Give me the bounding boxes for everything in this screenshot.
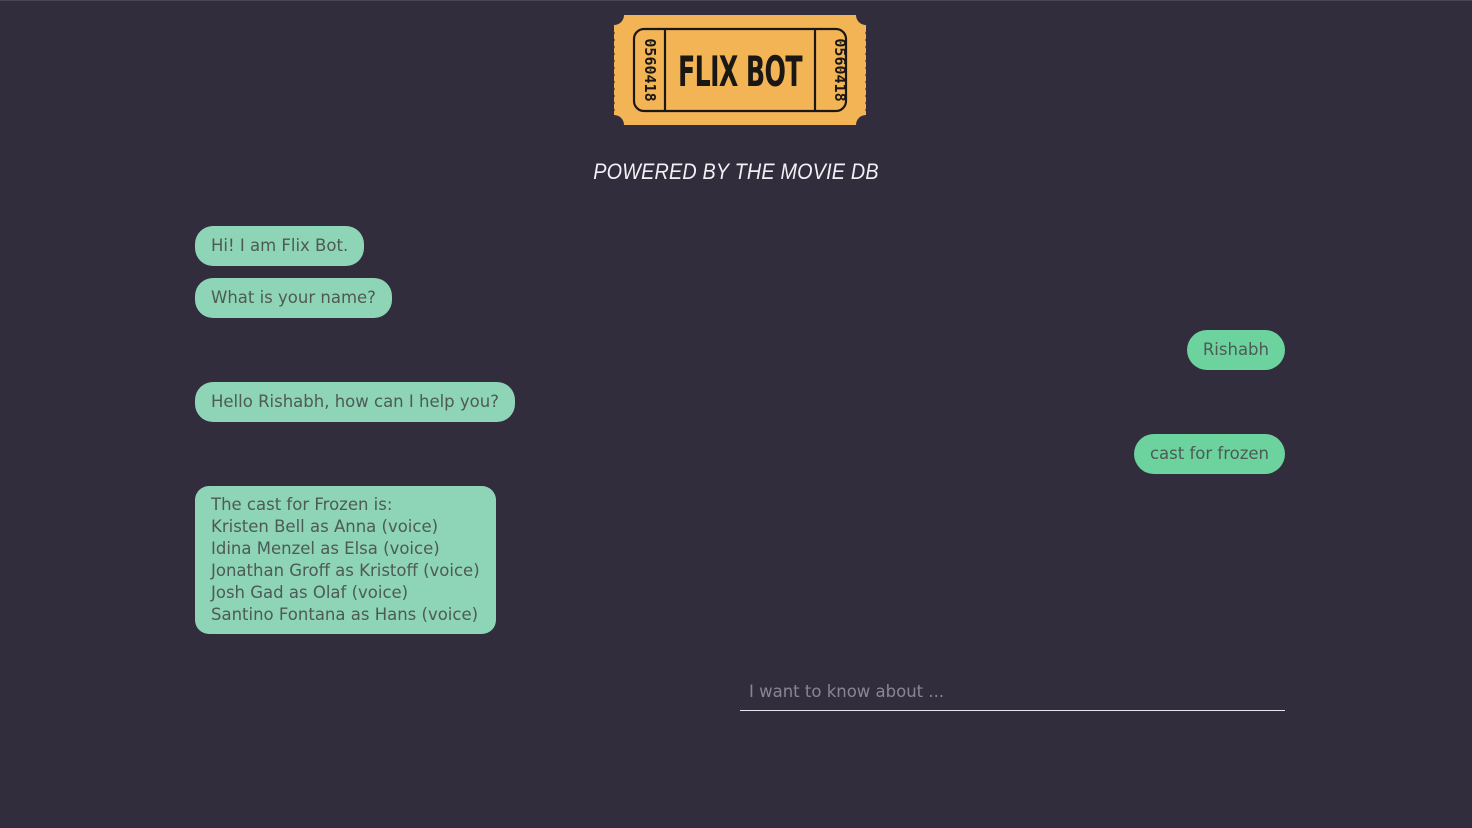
logo-title: FLIX BOT	[678, 47, 803, 96]
cast-member: Kristen Bell as Anna (voice)	[211, 517, 439, 536]
cast-member: Santino Fontana as Hans (voice)	[211, 605, 479, 624]
cast-heading: The cast for Frozen is:	[211, 495, 393, 514]
cast-member: Idina Menzel as Elsa (voice)	[211, 539, 440, 558]
user-message-bubble: cast for frozen	[1133, 434, 1285, 474]
bot-message-bubble: Hi! I am Flix Bot.	[195, 226, 365, 266]
serial-right: 0560418	[831, 38, 849, 101]
bot-cast-message-bubble: The cast for Frozen is: Kristen Bell as …	[195, 486, 496, 634]
message-text: Rishabh	[1202, 340, 1269, 359]
user-message-bubble: Rishabh	[1186, 330, 1285, 370]
bot-message-bubble: What is your name?	[195, 278, 392, 318]
serial-left: 0560418	[641, 38, 659, 101]
cast-member: Jonathan Groff as Kristoff (voice)	[211, 561, 480, 580]
message-text: What is your name?	[211, 288, 376, 307]
message-text: Hello Rishabh, how can I help you?	[211, 392, 499, 411]
flix-bot-logo: 0560418 0560418 FLIX BOT	[612, 13, 868, 127]
message-text: Hi! I am Flix Bot.	[211, 236, 349, 255]
cast-member: Josh Gad as Olaf (voice)	[211, 583, 409, 602]
bot-message-bubble: Hello Rishabh, how can I help you?	[195, 382, 515, 422]
message-input[interactable]	[740, 673, 1285, 710]
ticket-icon: 0560418 0560418 FLIX BOT	[612, 15, 868, 125]
message-text: cast for frozen	[1149, 444, 1269, 463]
message-input-container	[740, 673, 1285, 711]
powered-by-tagline: POWERED BY THE MOVIE DB	[593, 159, 879, 184]
